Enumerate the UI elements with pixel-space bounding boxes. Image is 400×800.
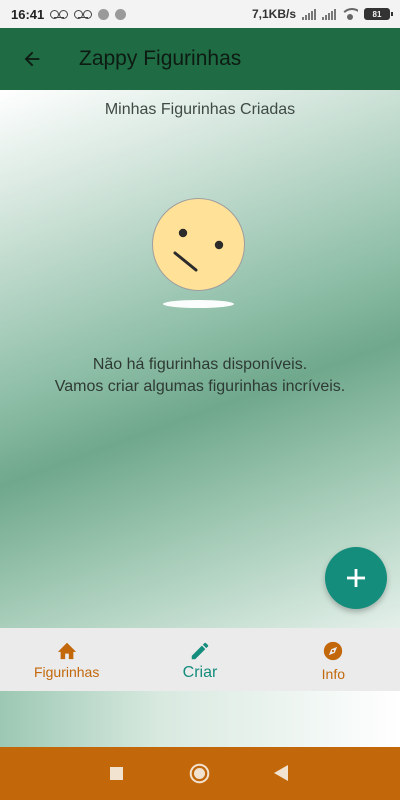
voicemail-icon (74, 10, 93, 19)
notification-dot-icon (98, 8, 110, 20)
system-nav-bar (0, 747, 400, 800)
nav-item-figurinhas[interactable]: Figurinhas (0, 628, 133, 691)
notification-dot-icon (115, 8, 127, 20)
nav-item-criar[interactable]: Criar (133, 628, 266, 691)
recents-icon (110, 767, 123, 780)
app-title: Zappy Figurinhas (79, 47, 242, 70)
status-right: 7,1KB/s 81 (251, 7, 393, 21)
emoji-shadow (163, 300, 234, 308)
nav-label-figurinhas: Figurinhas (33, 664, 100, 680)
page-title: Minhas Figurinhas Criadas (104, 101, 296, 118)
empty-message-line2: Vamos criar algumas figurinhas incríveis… (54, 378, 346, 395)
app-bar: Zappy Figurinhas (0, 28, 400, 90)
pencil-icon (191, 642, 209, 660)
recents-button[interactable] (110, 767, 123, 780)
back-button[interactable] (0, 28, 64, 90)
nav-label-info: Info (321, 666, 345, 682)
voicemail-icon (50, 10, 69, 19)
battery-level: 81 (372, 9, 382, 19)
status-time: 16:41 (11, 6, 45, 22)
signal-icon (322, 8, 336, 20)
network-speed: 7,1KB/s (251, 7, 296, 21)
signal-icon (302, 8, 316, 20)
nav-label-criar: Criar (182, 664, 218, 681)
status-left: 16:41 (11, 6, 127, 22)
plus-icon (347, 569, 365, 587)
bottom-nav: Figurinhas Criar Info (0, 628, 400, 691)
confused-face-icon (152, 198, 245, 291)
compass-icon (324, 641, 343, 661)
empty-message-line1: Não há figurinhas disponíveis. (92, 356, 308, 373)
empty-message: Não há figurinhas disponíveis. Vamos cri… (0, 354, 400, 398)
main-content: Minhas Figurinhas Criadas Não há figurin… (0, 90, 400, 628)
home-icon (57, 642, 76, 660)
nav-item-info[interactable]: Info (267, 628, 400, 691)
home-button[interactable] (189, 763, 210, 784)
wifi-icon (342, 8, 358, 20)
status-bar: 16:41 7,1KB/s 81 (0, 0, 400, 28)
background-strip (0, 691, 400, 747)
create-sticker-fab[interactable] (325, 547, 387, 609)
home-circle-icon (189, 763, 210, 784)
back-nav-button[interactable] (274, 765, 288, 781)
battery-icon: 81 (364, 8, 393, 20)
back-triangle-icon (274, 765, 288, 781)
arrow-back-icon (24, 51, 40, 67)
